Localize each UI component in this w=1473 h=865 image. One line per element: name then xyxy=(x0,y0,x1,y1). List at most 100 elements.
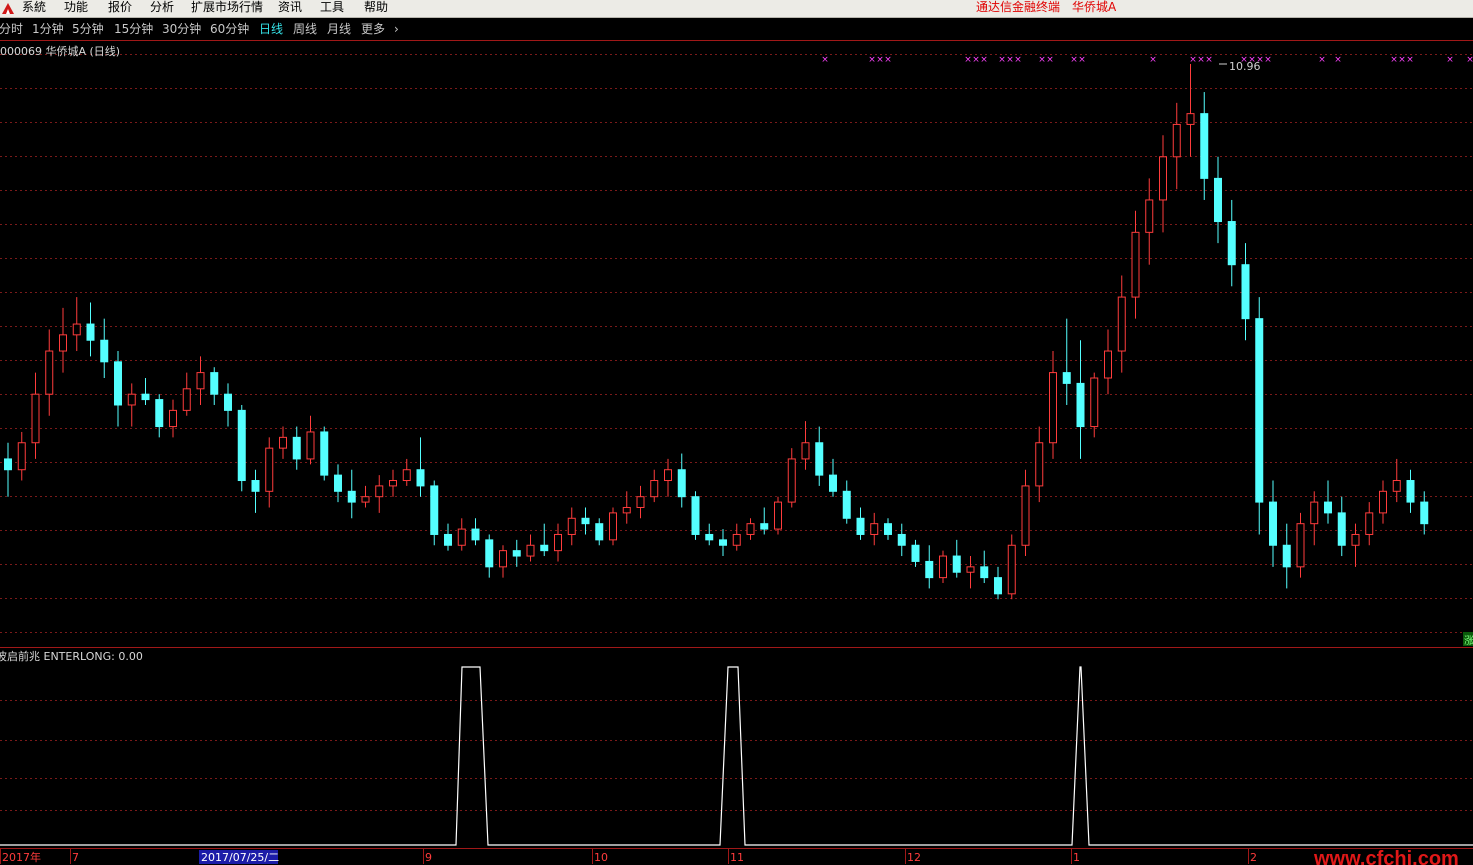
candle xyxy=(1296,512,1305,578)
candle xyxy=(1007,534,1016,600)
signal-x-marker: × xyxy=(884,55,892,65)
candle-body xyxy=(1420,501,1429,525)
candle xyxy=(801,421,810,470)
candle-body xyxy=(457,528,466,546)
menu-help[interactable]: 帮助 xyxy=(364,0,388,17)
signal-x-marker: × xyxy=(1205,55,1213,65)
candle xyxy=(59,307,67,373)
candle-body xyxy=(251,480,260,492)
candle-body xyxy=(554,533,562,552)
candle-body xyxy=(1310,501,1319,525)
menu-analysis[interactable]: 分析 xyxy=(150,0,174,17)
period-30min[interactable]: 30分钟 xyxy=(162,21,201,37)
period-intraday[interactable]: 分时 xyxy=(0,21,23,37)
candle xyxy=(100,318,109,379)
signal-x-marker: × xyxy=(1334,55,1342,65)
brand-title: 通达信金融终端 xyxy=(976,0,1061,14)
candle xyxy=(829,458,837,497)
candle-body xyxy=(1255,318,1264,503)
menu-function[interactable]: 功能 xyxy=(64,0,88,17)
candle-body xyxy=(677,469,686,498)
signal-x-marker: × xyxy=(980,55,988,65)
candle xyxy=(609,507,617,546)
candle-body xyxy=(622,506,631,514)
candle xyxy=(856,507,865,540)
candle xyxy=(1379,480,1387,524)
side-tag-label[interactable]: 涨 xyxy=(1464,635,1473,647)
candle xyxy=(581,507,590,535)
candle-body xyxy=(1159,156,1167,201)
candle-body xyxy=(86,323,95,341)
candle-body xyxy=(897,533,906,546)
candle xyxy=(86,302,95,357)
time-label: 9 xyxy=(425,851,432,864)
time-label: 10 xyxy=(594,851,608,864)
candle-body xyxy=(114,361,122,406)
signal-x-marker: × xyxy=(1466,55,1473,65)
candle-body xyxy=(306,431,315,460)
signal-x-marker: × xyxy=(1398,55,1406,65)
candle-body xyxy=(1296,523,1305,568)
signal-x-marker: × xyxy=(1446,55,1454,65)
candle-body xyxy=(279,436,287,449)
candle xyxy=(17,431,26,481)
candle-body xyxy=(1145,199,1154,233)
period-15min[interactable]: 15分钟 xyxy=(114,21,153,37)
chart-area[interactable]: 000069 华侨城A (日线) × × × × × × × × × × × × × × × × × × × × × × ×… xyxy=(0,40,1473,865)
period-60min[interactable]: 60分钟 xyxy=(210,21,249,37)
candle-body xyxy=(1227,221,1236,266)
candle xyxy=(375,475,384,513)
candle-body xyxy=(1200,113,1209,179)
signal-x-marker: × xyxy=(1070,55,1078,65)
candle-body xyxy=(471,528,480,541)
period-weekly[interactable]: 周线 xyxy=(293,21,317,37)
candle xyxy=(1090,372,1099,438)
candle-body xyxy=(925,560,934,579)
period-monthly[interactable]: 月线 xyxy=(327,21,351,37)
period-more[interactable]: 更多 xyxy=(361,21,385,37)
candle xyxy=(224,383,232,427)
candle xyxy=(1131,210,1140,319)
candle-body xyxy=(402,469,411,482)
candle xyxy=(774,496,782,535)
period-1min[interactable]: 1分钟 xyxy=(32,21,64,37)
high-price-label: 10.96 xyxy=(1229,60,1261,73)
enterlong-line xyxy=(0,666,1473,846)
candle xyxy=(994,566,1002,600)
more-chevron-icon[interactable]: › xyxy=(394,21,399,37)
candle xyxy=(1035,426,1044,503)
candle xyxy=(347,469,356,519)
signal-x-marker: × xyxy=(868,55,876,65)
candle-body xyxy=(265,447,274,492)
candle xyxy=(1200,92,1209,200)
candle xyxy=(870,512,879,546)
app-logo-icon xyxy=(2,3,14,14)
period-5min[interactable]: 5分钟 xyxy=(72,21,104,37)
candle-body xyxy=(540,544,549,552)
candle-body xyxy=(31,393,40,444)
signal-x-marker: × xyxy=(1078,55,1086,65)
candle-body xyxy=(444,533,452,546)
candle-body xyxy=(939,555,947,579)
candle-body xyxy=(72,323,81,336)
candle xyxy=(1337,496,1346,557)
menu-system[interactable]: 系統 xyxy=(22,0,46,17)
candle-body xyxy=(347,490,356,503)
menu-extended-market[interactable]: 扩展市场行情 xyxy=(191,0,263,17)
menu-news[interactable]: 资讯 xyxy=(278,0,302,17)
signal-x-marker: × xyxy=(1406,55,1414,65)
candle-body xyxy=(4,458,12,471)
candle xyxy=(1255,297,1264,535)
candle-body xyxy=(1351,533,1360,546)
candle-body xyxy=(59,334,67,352)
candle-body xyxy=(1021,485,1030,546)
period-daily[interactable]: 日线 xyxy=(259,21,283,37)
candle-body xyxy=(1282,544,1291,568)
signal-x-marker: × xyxy=(1014,55,1022,65)
candle-body xyxy=(595,523,604,541)
candle-body xyxy=(1062,372,1071,384)
candle xyxy=(595,518,604,546)
menu-tools[interactable]: 工具 xyxy=(320,0,344,17)
candle-body xyxy=(815,442,824,476)
menu-quote[interactable]: 报价 xyxy=(108,0,132,17)
